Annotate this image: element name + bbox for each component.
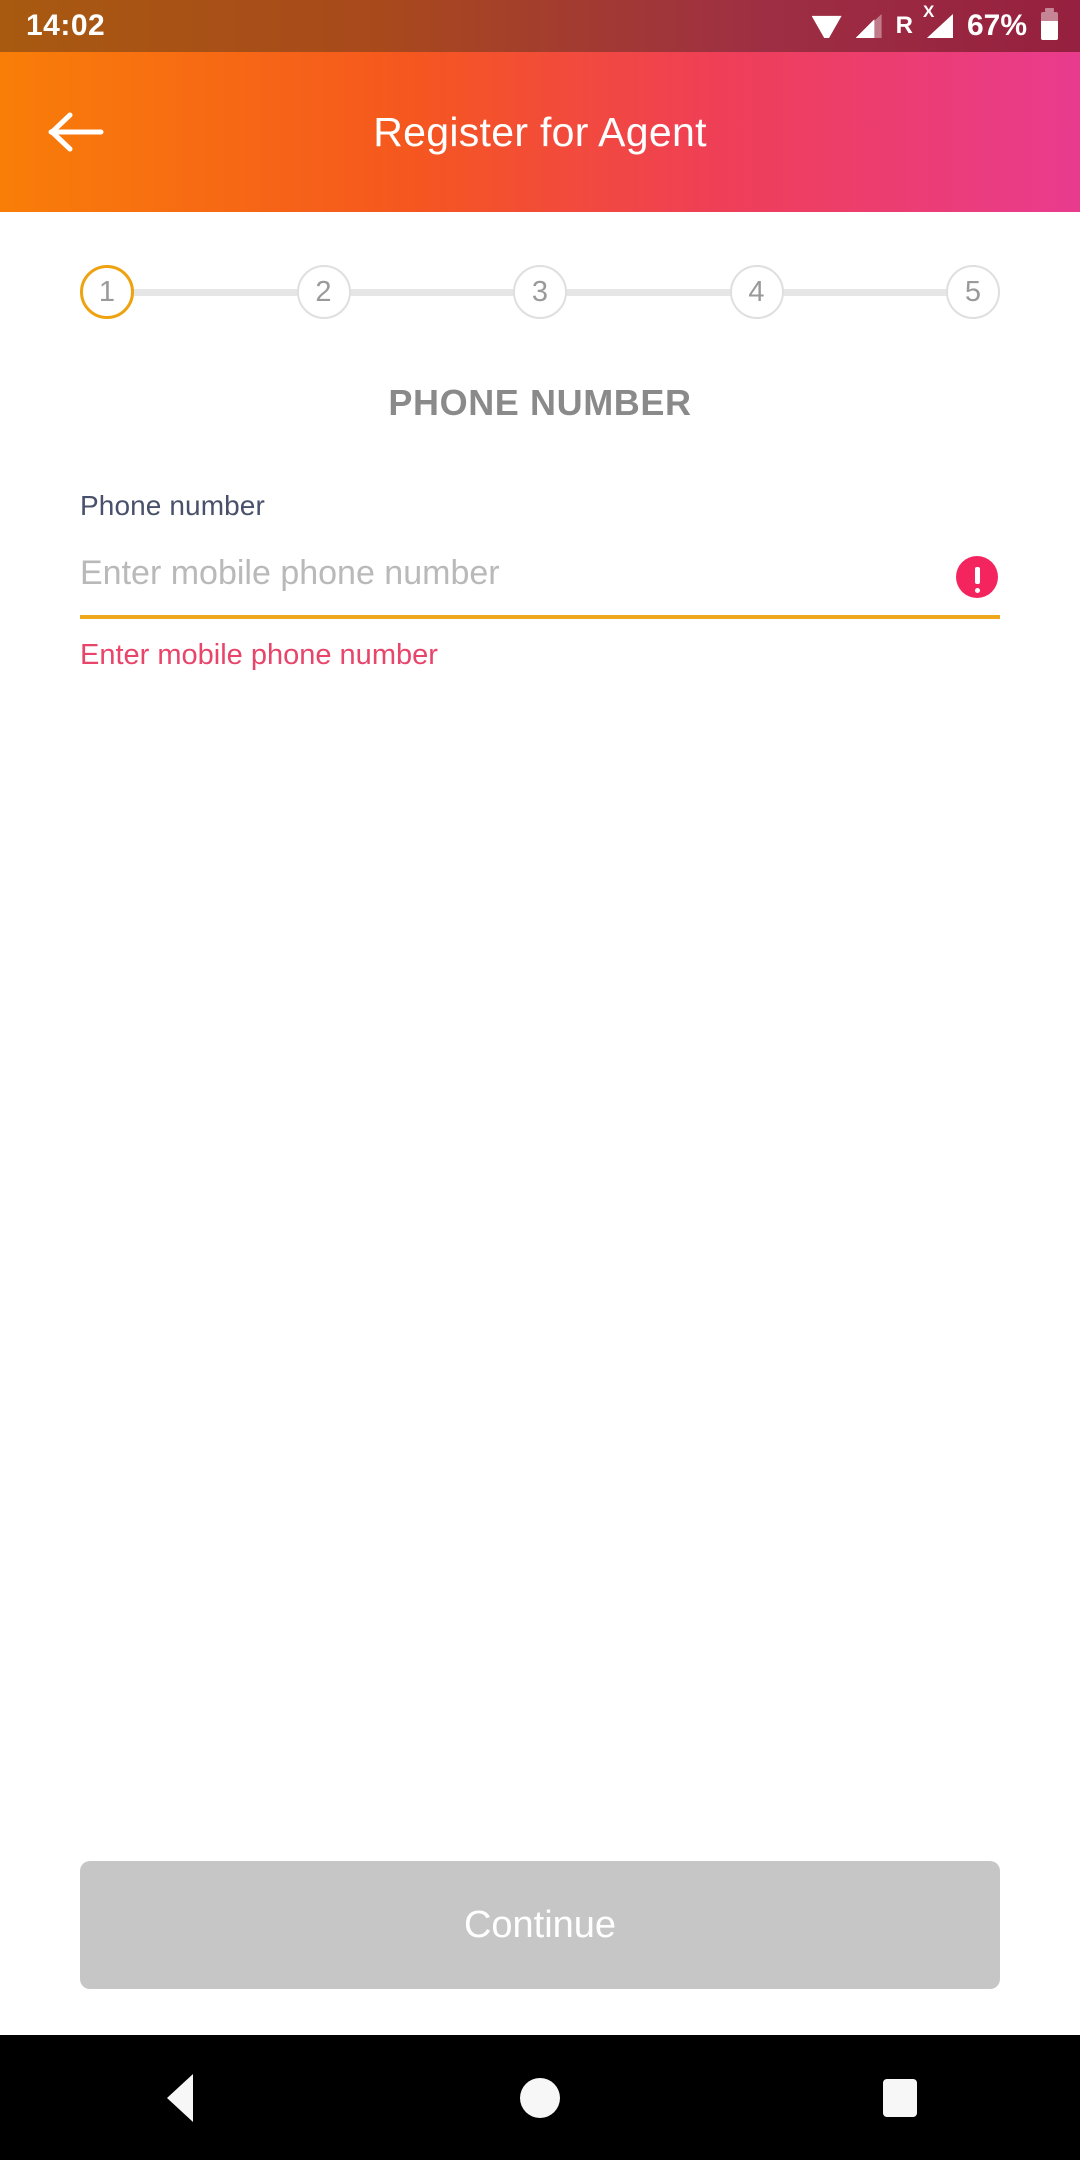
step-label-4: 4 bbox=[748, 275, 765, 308]
square-recents-icon bbox=[883, 2078, 917, 2117]
roaming-icon: R bbox=[895, 12, 913, 39]
main-content: 1 2 3 4 5 PHONE NUMBER Phone number Ente… bbox=[0, 212, 1080, 2035]
back-button[interactable] bbox=[34, 90, 118, 174]
page-title: Register for Agent bbox=[373, 108, 707, 155]
continue-button[interactable]: Continue bbox=[80, 1861, 1000, 1989]
step-connector-3 bbox=[566, 288, 731, 296]
phone-number-input[interactable] bbox=[80, 554, 1000, 605]
triangle-back-icon bbox=[167, 2073, 193, 2122]
battery-icon bbox=[1041, 8, 1058, 40]
battery-percent-label: 67% bbox=[966, 9, 1027, 42]
progress-stepper: 1 2 3 4 5 bbox=[80, 264, 1000, 320]
step-indicator-3[interactable]: 3 bbox=[513, 265, 567, 319]
status-bar: 14:02 R X 67% bbox=[0, 0, 1080, 52]
error-exclamation-icon bbox=[956, 556, 998, 598]
section-title: PHONE NUMBER bbox=[388, 382, 692, 423]
phone-form: Phone number Enter mobile phone number bbox=[80, 490, 1000, 672]
status-time: 14:02 bbox=[26, 9, 106, 42]
wifi-icon bbox=[811, 15, 842, 38]
app-bar: Register for Agent bbox=[0, 52, 1080, 212]
circle-home-icon bbox=[520, 2077, 560, 2118]
nav-back-button[interactable] bbox=[105, 2035, 255, 2160]
step-label-2: 2 bbox=[315, 275, 332, 308]
app-screen: 14:02 R X 67% Register for Agent 1 2 3 4… bbox=[0, 0, 1080, 2160]
step-label-3: 3 bbox=[531, 275, 549, 308]
step-connector-4 bbox=[782, 288, 947, 296]
nav-recents-button[interactable] bbox=[825, 2035, 975, 2160]
nav-home-button[interactable] bbox=[465, 2035, 615, 2160]
step-connector-1 bbox=[133, 288, 298, 296]
signal-icon bbox=[855, 14, 882, 38]
step-label-5: 5 bbox=[964, 275, 982, 308]
phone-number-label: Phone number bbox=[80, 490, 265, 521]
step-connector-2 bbox=[349, 288, 514, 296]
status-icons: R X 67% bbox=[811, 3, 1058, 42]
footer-actions: Continue bbox=[0, 1861, 1080, 2035]
step-label-1: 1 bbox=[98, 275, 116, 308]
arrow-left-icon bbox=[48, 112, 104, 152]
step-indicator-5[interactable]: 5 bbox=[946, 265, 1000, 319]
step-indicator-2[interactable]: 2 bbox=[296, 265, 351, 319]
step-indicator-4[interactable]: 4 bbox=[729, 265, 784, 319]
android-nav-bar bbox=[0, 2035, 1080, 2160]
phone-number-field-row[interactable] bbox=[80, 554, 1000, 619]
step-indicator-1[interactable]: 1 bbox=[80, 265, 134, 319]
signal-x-icon: X bbox=[923, 3, 953, 38]
phone-number-error-message: Enter mobile phone number bbox=[80, 639, 438, 671]
